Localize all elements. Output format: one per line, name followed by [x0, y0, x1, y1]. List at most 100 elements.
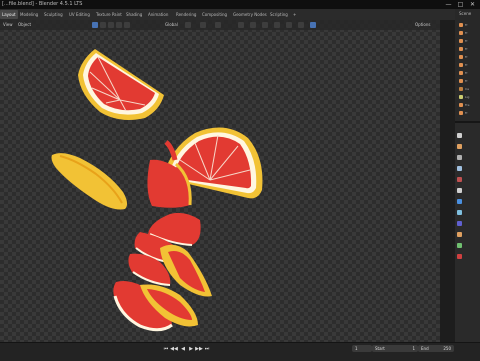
start-frame-field[interactable]: Start 1 [372, 345, 418, 352]
grapefruit-slice-top [78, 49, 164, 120]
object-icon [459, 23, 463, 27]
properties-tabs [455, 125, 464, 265]
outliner-row-label: Fr [465, 79, 468, 83]
outliner-row-label: Fr [465, 31, 468, 35]
maximize-button[interactable]: □ [456, 0, 465, 9]
object-icon [459, 63, 463, 67]
object-icon [459, 71, 463, 75]
outliner-row-label: Fre [465, 103, 470, 107]
tab-scripting[interactable]: Scripting [268, 10, 290, 19]
3d-viewport[interactable] [0, 20, 440, 342]
outliner-row[interactable]: Fr [458, 38, 480, 44]
outliner-row-label: Fr [465, 55, 468, 59]
object-icon [459, 39, 463, 43]
grapefruit-slice-stack [113, 212, 212, 332]
outliner-row[interactable]: Fr [458, 110, 480, 116]
pivot-point-icon[interactable] [185, 22, 191, 28]
rendered-shading-icon[interactable] [310, 22, 316, 28]
title-bar: [...file.blend] - Blender 4.5.1 LTS — □ … [0, 0, 480, 9]
tab-sculpting[interactable]: Sculpting [42, 10, 65, 19]
tab-uv-editing[interactable]: UV Editing [67, 10, 92, 19]
transform-space-select[interactable]: Global [165, 20, 178, 30]
close-button[interactable]: ✕ [468, 0, 477, 9]
select-extend-icon[interactable] [124, 22, 130, 28]
object-icon [459, 55, 463, 59]
properties-tab-icon[interactable] [457, 144, 462, 149]
outliner-row[interactable]: Fre [458, 102, 480, 108]
panel-divider [455, 121, 480, 123]
timeline: ⏮ ◀◀ ◀ ▶ ▶▶ ⏭ 1 Start 1 End 250 [0, 342, 480, 361]
outliner-row[interactable]: Fr [458, 62, 480, 68]
outliner-row[interactable]: Ca [458, 86, 480, 92]
outliner-row[interactable]: Fr [458, 30, 480, 36]
options-menu[interactable]: Options [415, 20, 430, 30]
current-frame-field[interactable]: 1 [352, 345, 372, 352]
jump-start-button[interactable]: ⏮ [163, 346, 169, 352]
select-lasso-icon[interactable] [116, 22, 122, 28]
proportional-edit-icon[interactable] [215, 22, 221, 28]
outliner-row-label: Fr [465, 47, 468, 51]
object-icon [459, 31, 463, 35]
outliner-row[interactable]: Fr [458, 70, 480, 76]
play-button[interactable]: ▶ [188, 346, 194, 352]
workspace-bar: Layout Modeling Sculpting UV Editing Tex… [0, 9, 455, 20]
properties-tab-icon[interactable] [457, 133, 462, 138]
outliner-row-label: Fr [465, 111, 468, 115]
select-box-icon[interactable] [100, 22, 106, 28]
tab-rendering[interactable]: Rendering [174, 10, 198, 19]
material-shading-icon[interactable] [298, 22, 304, 28]
outliner-row-label: Lig [465, 95, 470, 99]
add-workspace-button[interactable]: + [291, 10, 298, 19]
xray-icon[interactable] [274, 22, 280, 28]
tab-shading[interactable]: Shading [124, 10, 144, 19]
tab-layout[interactable]: Layout [0, 10, 18, 19]
jump-end-button[interactable]: ⏭ [204, 346, 210, 352]
play-reverse-button[interactable]: ◀ [180, 346, 186, 352]
solid-shading-icon[interactable] [286, 22, 292, 28]
outliner-row[interactable]: Fr [458, 54, 480, 60]
outliner-header: Scene [459, 11, 472, 16]
end-frame-field[interactable]: End 250 [418, 345, 454, 352]
object-icon [459, 103, 463, 107]
properties-tab-icon[interactable] [457, 243, 462, 248]
object-icon [459, 79, 463, 83]
outliner-row-label: Fr [465, 23, 468, 27]
tab-texture-paint[interactable]: Texture Paint [94, 10, 124, 19]
snap-icon[interactable] [200, 22, 206, 28]
outliner-row-label: Fr [465, 63, 468, 67]
object-icon [459, 95, 463, 99]
tab-animation[interactable]: Animation [146, 10, 170, 19]
outliner-row[interactable]: Fr [458, 46, 480, 52]
object-icon [459, 111, 463, 115]
menu-object[interactable]: Object [18, 20, 31, 30]
outliner-row-label: Ca [465, 87, 469, 91]
viewport-header: View Object Global Options [0, 20, 440, 30]
properties-tab-icon[interactable] [457, 155, 462, 160]
gizmo-icon[interactable] [250, 22, 256, 28]
jump-keyframe-back-button[interactable]: ◀◀ [170, 346, 178, 352]
overlay-icon[interactable] [262, 22, 268, 28]
window-title: [...file.blend] - Blender 4.5.1 LTS [2, 1, 83, 7]
fruit-render [51, 49, 263, 332]
properties-tab-icon[interactable] [457, 177, 462, 182]
properties-tab-icon[interactable] [457, 210, 462, 215]
properties-tab-icon[interactable] [457, 188, 462, 193]
tab-geometry-nodes[interactable]: Geometry Nodes [231, 10, 269, 19]
lemon-slice-left [51, 153, 128, 210]
jump-keyframe-forward-button[interactable]: ▶▶ [195, 346, 203, 352]
tab-modeling[interactable]: Modeling [18, 10, 40, 19]
properties-tab-icon[interactable] [457, 232, 462, 237]
outliner-row[interactable]: Lig [458, 94, 480, 100]
tab-compositing[interactable]: Compositing [200, 10, 229, 19]
select-mode-icon[interactable] [92, 22, 98, 28]
minimize-button[interactable]: — [444, 0, 453, 9]
properties-tab-icon[interactable] [457, 199, 462, 204]
properties-tab-icon[interactable] [457, 221, 462, 226]
outliner-row[interactable]: Fr [458, 78, 480, 84]
properties-tab-icon[interactable] [457, 254, 462, 259]
outliner-row[interactable]: Fr [458, 22, 480, 28]
visibility-icon[interactable] [238, 22, 244, 28]
properties-tab-icon[interactable] [457, 166, 462, 171]
menu-view[interactable]: View [3, 20, 13, 30]
select-circle-icon[interactable] [108, 22, 114, 28]
